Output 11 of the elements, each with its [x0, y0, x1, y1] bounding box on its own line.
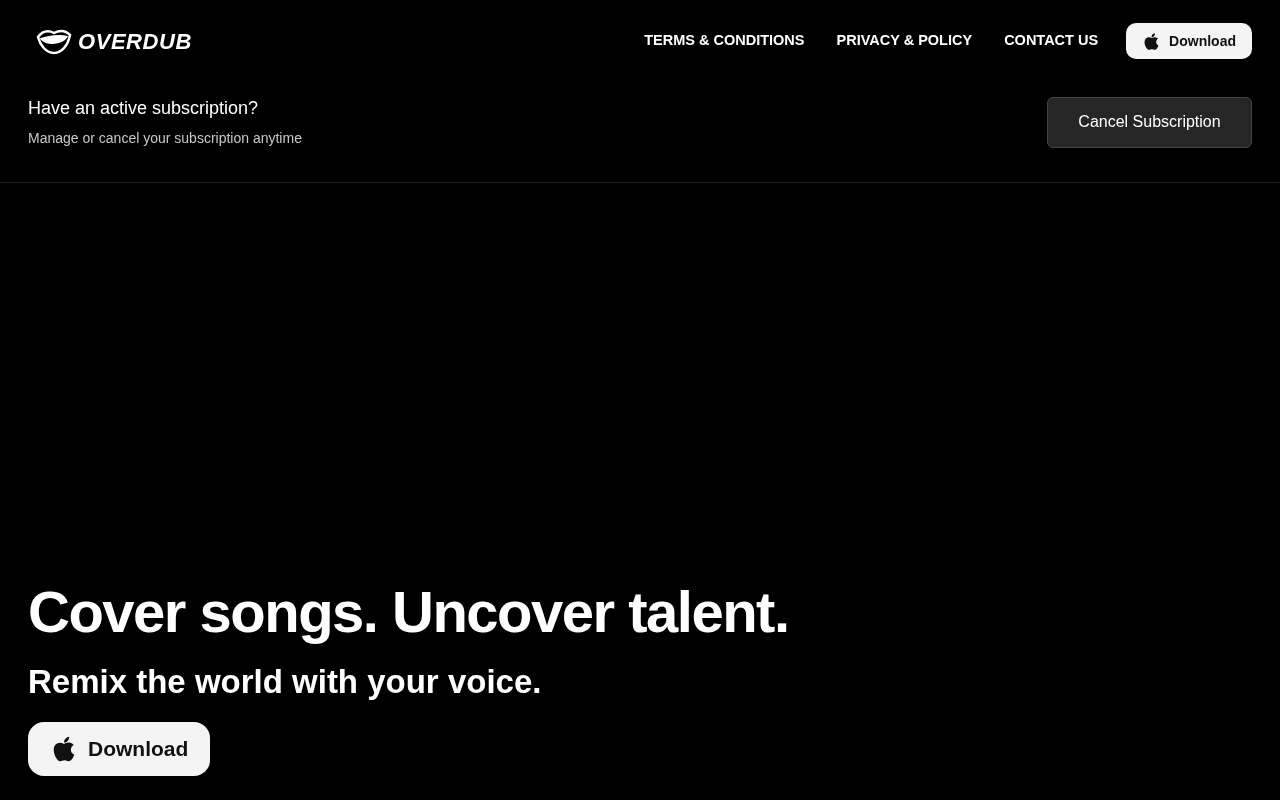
hero-download-button[interactable]: Download: [28, 722, 211, 776]
cancel-subscription-button[interactable]: Cancel Subscription: [1047, 96, 1252, 148]
hero-tagline: Remix the world with your voice.: [28, 665, 542, 698]
lips-logo-icon: [36, 27, 72, 55]
nav-link[interactable]: TERMS & CONDITIONS: [644, 30, 805, 52]
download-button[interactable]: Download: [1126, 23, 1252, 59]
brand-name[interactable]: OVERDUB: [78, 24, 192, 58]
subscription-title: Have an active subscription?: [28, 97, 260, 120]
nav-link[interactable]: PRIVACY & POLICY: [836, 30, 973, 52]
nav-link[interactable]: CONTACT US: [1004, 30, 1099, 52]
subscription-subtitle: Manage or cancel your subscription anytime: [28, 129, 302, 148]
